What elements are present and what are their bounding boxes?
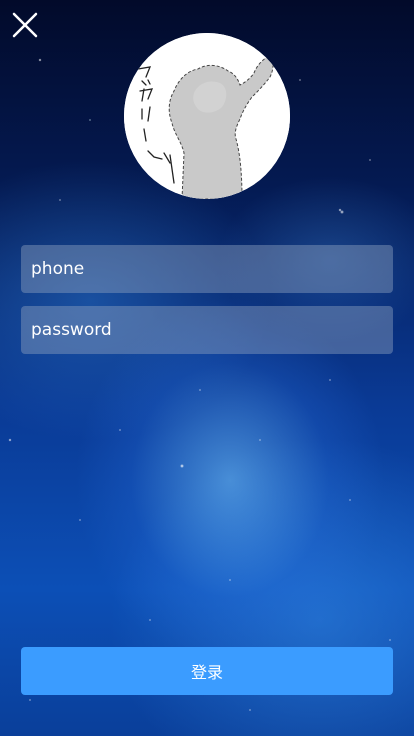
avatar[interactable] (124, 33, 290, 199)
avatar-image (124, 33, 290, 199)
phone-input[interactable] (21, 245, 393, 293)
password-input[interactable] (21, 306, 393, 354)
close-button[interactable] (11, 11, 39, 39)
close-icon (12, 12, 38, 38)
login-button[interactable]: 登录 (21, 647, 393, 695)
